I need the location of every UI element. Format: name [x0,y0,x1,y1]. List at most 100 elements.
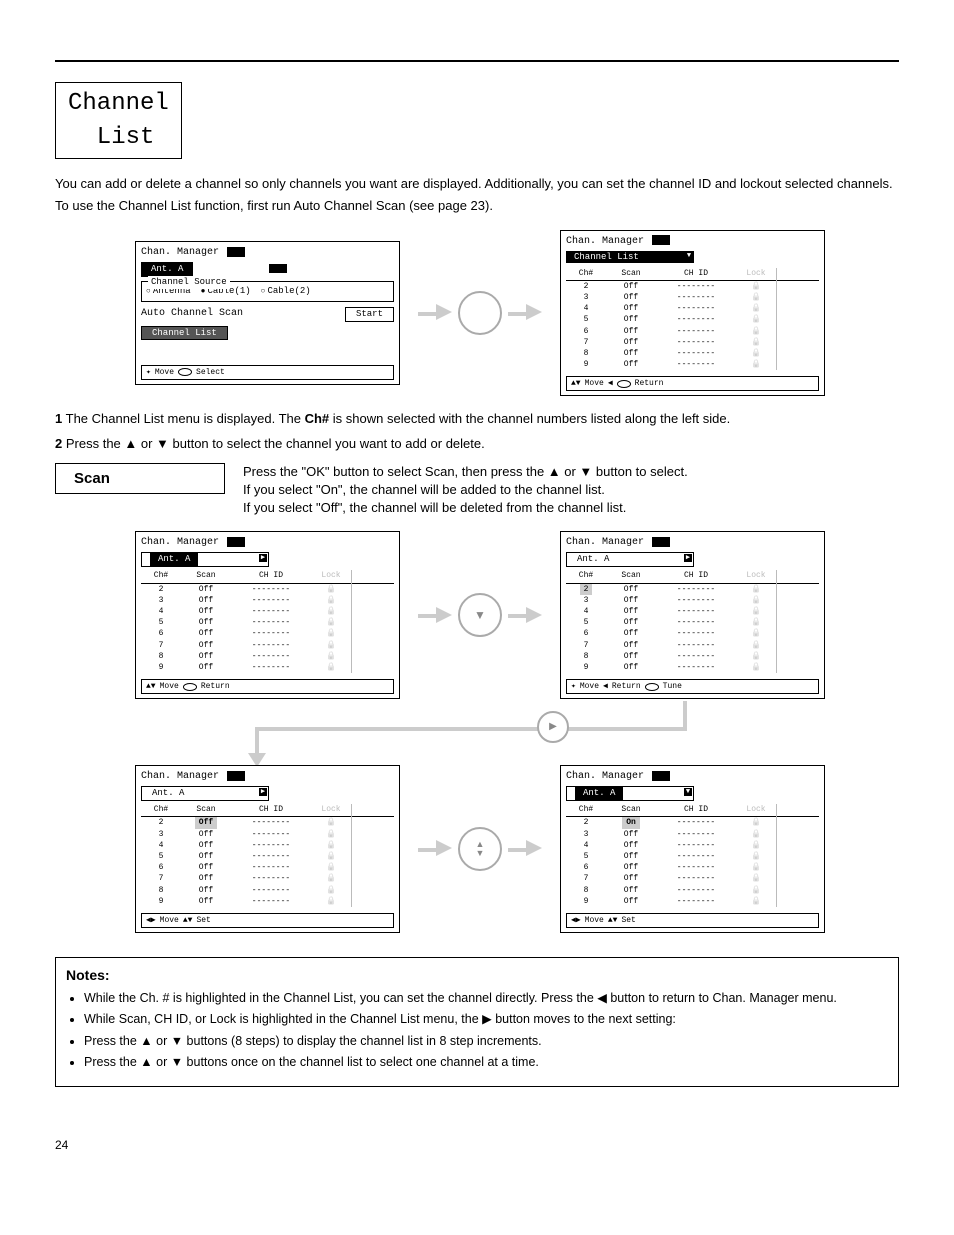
table-body: 2Off--------🔒3Off--------🔒4Off--------🔒5… [141,817,394,907]
lock-icon: 🔒 [736,359,776,370]
ant-tab[interactable]: Ant. A [141,262,193,277]
radio-cable2[interactable]: Cable(2) [261,285,311,298]
table-row[interactable]: 2Off--------🔒 [141,584,394,595]
ok-circle-icon [458,291,502,335]
table-row[interactable]: 7Off--------🔒 [141,873,394,884]
table-row[interactable]: 5Off--------🔒 [566,851,819,862]
table-row[interactable]: 6Off--------🔒 [566,862,819,873]
table-row[interactable]: 6Off--------🔒 [566,326,819,337]
table-row[interactable]: 5Off--------🔒 [566,617,819,628]
channel-list-button[interactable]: Channel List [141,326,228,341]
start-button[interactable]: Start [345,307,394,322]
notes-item: Press the ▲ or ▼ buttons once on the cha… [84,1054,888,1072]
table-row[interactable]: 8Off--------🔒 [141,885,394,896]
down-circle-icon: ▼ [458,593,502,637]
table-row[interactable]: 4Off--------🔒 [566,606,819,617]
lock-icon: 🔒 [736,851,776,862]
ok-oval-icon [645,683,659,691]
footer-bar: ✦ Move Select [141,365,394,380]
auto-scan-label: Auto Channel Scan [141,307,243,321]
table-row[interactable]: 8Off--------🔒 [141,651,394,662]
channel-list-tab[interactable]: Channel List▼ [566,251,694,264]
table-row[interactable]: 9Off--------🔒 [141,896,394,907]
table-row[interactable]: 4Off--------🔒 [566,840,819,851]
arrow-set: ▼ [418,593,542,637]
table-row[interactable]: 5Off--------🔒 [141,851,394,862]
flow-connector: ▶ [135,705,855,761]
table-row[interactable]: 8Off--------🔒 [566,348,819,359]
channel-list-label: Channel List [55,82,182,159]
table-row[interactable]: 6Off--------🔒 [141,628,394,639]
right-arrow-icon: ▶ [259,788,267,796]
chan-manager-panel: Chan. Manager Ant. A Channel Source Ante… [135,241,400,384]
footer-bar: ▲▼ Move ◀ Return [566,376,819,391]
lock-icon: 🔒 [311,817,351,828]
footer-return: Return [201,681,230,692]
table-body: 2On--------🔒3Off--------🔒4Off--------🔒5O… [566,817,819,907]
table-row[interactable]: 5Off--------🔒 [566,314,819,325]
table-row[interactable]: 4Off--------🔒 [566,303,819,314]
lock-icon: 🔒 [736,617,776,628]
panel-title: Chan. Manager [141,537,219,548]
table-row[interactable]: 3Off--------🔒 [566,292,819,303]
table-row[interactable]: 7Off--------🔒 [566,640,819,651]
table-row[interactable]: 8Off--------🔒 [566,651,819,662]
table-row[interactable]: 2Off--------🔒 [566,281,819,292]
notes-box: Notes: While the Ch. # is highlighted in… [55,957,899,1087]
table-row[interactable]: 7Off--------🔒 [566,337,819,348]
down-arrow-icon: ▼ [685,252,693,260]
ant-tab[interactable]: Ant. A▶ [141,552,269,567]
lock-icon: 🔒 [736,326,776,337]
lock-icon: 🔒 [736,348,776,359]
table-row[interactable]: 5Off--------🔒 [141,617,394,628]
scan-subheading: Scan [55,463,225,494]
table-row[interactable]: 9Off--------🔒 [566,662,819,673]
table-row[interactable]: 4Off--------🔒 [141,606,394,617]
lock-icon: 🔒 [311,628,351,639]
table-header: Ch# Scan CH ID Lock [566,268,819,281]
table-row[interactable]: 6Off--------🔒 [566,628,819,639]
arrow-set [418,291,542,335]
step-1-text: The Channel List menu is displayed. The … [66,411,731,426]
table-row[interactable]: 6Off--------🔒 [141,862,394,873]
ant-tab[interactable]: Ant. A▶ [141,786,269,801]
lock-icon: 🔒 [736,281,776,292]
ant-tab[interactable]: Ant. A▼ [566,786,694,801]
table-row[interactable]: 9Off--------🔒 [566,359,819,370]
table-row[interactable]: 2On--------🔒 [566,817,819,828]
table-row[interactable]: 9Off--------🔒 [141,662,394,673]
panel-title: Chan. Manager [566,537,644,548]
ant-tab[interactable]: Ant. A▶ [566,552,694,567]
table-row[interactable]: 3Off--------🔒 [141,595,394,606]
lock-icon: 🔒 [736,640,776,651]
footer-select: Select [196,367,225,378]
table-row[interactable]: 8Off--------🔒 [566,885,819,896]
lock-icon: 🔒 [736,303,776,314]
table-row[interactable]: 4Off--------🔒 [141,840,394,851]
lock-icon: 🔒 [736,817,776,828]
footer-set: Set [621,915,635,926]
table-row[interactable]: 3Off--------🔒 [566,829,819,840]
table-row[interactable]: 2Off--------🔒 [566,584,819,595]
scan-description: Press the "OK" button to select Scan, th… [243,463,899,518]
lock-icon: 🔒 [736,606,776,617]
table-row[interactable]: 7Off--------🔒 [566,873,819,884]
title-mark [652,771,670,781]
title-mark [227,247,245,257]
table-row[interactable]: 2Off--------🔒 [141,817,394,828]
footer-move: Move [160,681,179,692]
updown-circle-icon: ▲▼ [458,827,502,871]
lock-icon: 🔒 [736,896,776,907]
lock-icon: 🔒 [736,628,776,639]
step-2-text: Press the ▲ or ▼ button to select the ch… [66,436,485,451]
step-1-num: 1 [55,411,62,426]
footer-move: Move [160,915,179,926]
page-number: 24 [55,1137,899,1154]
table-row[interactable]: 3Off--------🔒 [566,595,819,606]
intro-p1: You can add or delete a channel so only … [55,175,899,193]
table-row[interactable]: 3Off--------🔒 [141,829,394,840]
lock-icon: 🔒 [311,840,351,851]
table-header: Ch# Scan CH ID Lock [141,804,394,817]
table-row[interactable]: 9Off--------🔒 [566,896,819,907]
table-row[interactable]: 7Off--------🔒 [141,640,394,651]
